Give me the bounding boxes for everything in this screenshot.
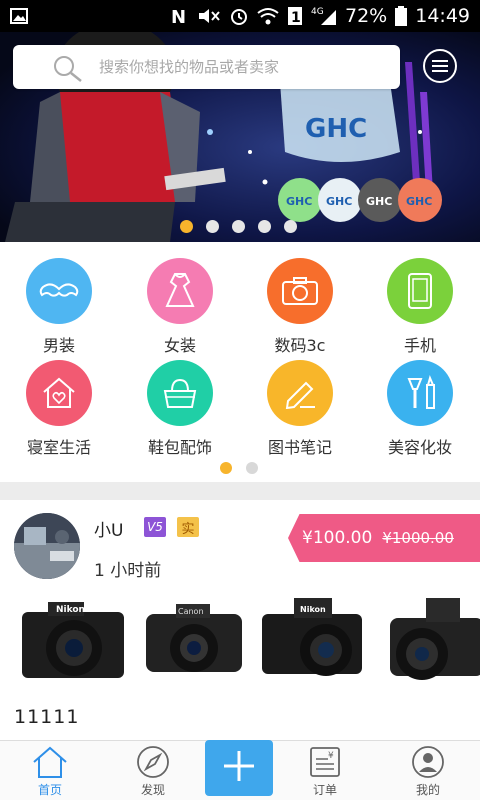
order-icon: ¥ bbox=[285, 745, 365, 779]
compass-icon bbox=[113, 745, 193, 779]
svg-text:N: N bbox=[171, 7, 186, 26]
signal-icon: 4G bbox=[311, 6, 337, 26]
product-post-card[interactable]: 小U V5 实 1 小时前 ¥100.00 ¥1000.00 Nikon Can… bbox=[0, 500, 480, 740]
home-icon bbox=[10, 745, 90, 779]
svg-text:Nikon: Nikon bbox=[56, 605, 85, 615]
tab-orders[interactable]: ¥ 订单 bbox=[285, 741, 365, 800]
alarm-icon bbox=[229, 6, 249, 26]
username[interactable]: 小U bbox=[94, 516, 123, 541]
nfc-icon: N bbox=[169, 6, 189, 26]
section-divider bbox=[0, 482, 480, 500]
svg-text:GHC: GHC bbox=[326, 195, 352, 208]
category-label: 美容化妆 bbox=[387, 438, 452, 457]
category-label: 数码3c bbox=[274, 336, 326, 355]
current-price: ¥100.00 bbox=[302, 528, 373, 548]
category-beauty[interactable]: 美容化妆 bbox=[365, 360, 475, 458]
handbag-icon bbox=[147, 360, 213, 426]
post-time: 1 小时前 bbox=[94, 561, 162, 581]
bottom-tab-bar: 首页 发现 ¥ 订单 我的 bbox=[0, 740, 480, 800]
category-digital[interactable]: 数码3c bbox=[245, 258, 355, 356]
category-label: 寝室生活 bbox=[26, 438, 91, 457]
status-bar: N 1 4G 72% 14:49 bbox=[0, 0, 480, 32]
product-photo[interactable]: Nikon bbox=[258, 592, 368, 692]
category-label: 男装 bbox=[42, 336, 75, 355]
tab-label: 我的 bbox=[415, 783, 440, 797]
category-grid: 男装 女装 数码3c 手机 寝室生活 鞋包配饰 图书笔记 美容化妆 bbox=[0, 242, 480, 482]
home-heart-icon bbox=[26, 360, 92, 426]
tab-me[interactable]: 我的 bbox=[388, 741, 468, 800]
product-photo[interactable] bbox=[380, 592, 480, 692]
phone-icon bbox=[387, 258, 453, 324]
mustache-icon bbox=[26, 258, 92, 324]
mute-icon bbox=[197, 6, 221, 26]
battery-percent: 72% bbox=[345, 5, 388, 27]
svg-text:1: 1 bbox=[291, 10, 301, 26]
product-photos: Nikon Canon Nikon bbox=[0, 592, 480, 692]
banner-pagination bbox=[180, 220, 297, 233]
svg-text:GHC: GHC bbox=[305, 114, 367, 144]
cosmetics-icon bbox=[387, 360, 453, 426]
dress-icon bbox=[147, 258, 213, 324]
category-page-dot[interactable] bbox=[246, 462, 258, 474]
category-books[interactable]: 图书笔记 bbox=[245, 360, 355, 458]
post-description: 11111 bbox=[14, 706, 80, 728]
image-notification-icon bbox=[10, 8, 28, 24]
search-input[interactable] bbox=[99, 58, 379, 76]
menu-button[interactable] bbox=[423, 49, 457, 83]
verified-badge: 实 bbox=[177, 517, 199, 537]
camera-icon bbox=[267, 258, 333, 324]
category-dorm[interactable]: 寝室生活 bbox=[4, 360, 114, 458]
vip-level-badge: V5 bbox=[144, 517, 166, 537]
wifi-icon bbox=[257, 7, 279, 25]
banner-dot[interactable] bbox=[232, 220, 245, 233]
banner-dot[interactable] bbox=[258, 220, 271, 233]
add-post-button[interactable] bbox=[205, 740, 273, 796]
plus-icon bbox=[221, 748, 257, 788]
category-womenswear[interactable]: 女装 bbox=[125, 258, 235, 356]
category-label: 女装 bbox=[163, 336, 196, 355]
banner-dot[interactable] bbox=[206, 220, 219, 233]
tab-label: 首页 bbox=[37, 783, 62, 797]
banner-carousel[interactable]: GHC GHC GHC GHC GHC bbox=[0, 32, 480, 242]
product-photo[interactable]: Nikon bbox=[18, 592, 128, 692]
search-icon bbox=[51, 54, 85, 82]
category-label: 图书笔记 bbox=[267, 438, 332, 457]
category-menswear[interactable]: 男装 bbox=[4, 258, 114, 356]
category-label: 手机 bbox=[403, 336, 436, 355]
tab-label: 订单 bbox=[312, 783, 337, 797]
tab-discover[interactable]: 发现 bbox=[113, 741, 193, 800]
sim-icon: 1 bbox=[287, 6, 303, 26]
svg-text:¥: ¥ bbox=[328, 751, 334, 761]
banner-dot[interactable] bbox=[284, 220, 297, 233]
tab-home[interactable]: 首页 bbox=[10, 741, 90, 800]
svg-text:4G: 4G bbox=[311, 7, 324, 17]
category-phone[interactable]: 手机 bbox=[365, 258, 475, 356]
category-page-dot[interactable] bbox=[220, 462, 232, 474]
category-label: 鞋包配饰 bbox=[147, 438, 212, 457]
battery-icon bbox=[395, 6, 408, 26]
clock: 14:49 bbox=[415, 5, 470, 27]
pencil-note-icon bbox=[267, 360, 333, 426]
menu-icon bbox=[431, 59, 449, 73]
svg-text:GHC: GHC bbox=[366, 195, 392, 208]
user-icon bbox=[388, 745, 468, 779]
avatar[interactable] bbox=[14, 513, 80, 579]
original-price: ¥1000.00 bbox=[382, 529, 454, 547]
category-pagination bbox=[220, 462, 258, 474]
svg-text:GHC: GHC bbox=[406, 195, 432, 208]
search-bar[interactable] bbox=[13, 45, 400, 89]
svg-text:GHC: GHC bbox=[286, 195, 312, 208]
svg-text:Canon: Canon bbox=[178, 607, 204, 616]
svg-text:Nikon: Nikon bbox=[300, 605, 326, 614]
price-tag: ¥100.00 ¥1000.00 bbox=[288, 514, 480, 562]
banner-dot[interactable] bbox=[180, 220, 193, 233]
category-bags[interactable]: 鞋包配饰 bbox=[125, 360, 235, 458]
product-photo[interactable]: Canon bbox=[140, 592, 250, 692]
tab-label: 发现 bbox=[140, 783, 165, 797]
